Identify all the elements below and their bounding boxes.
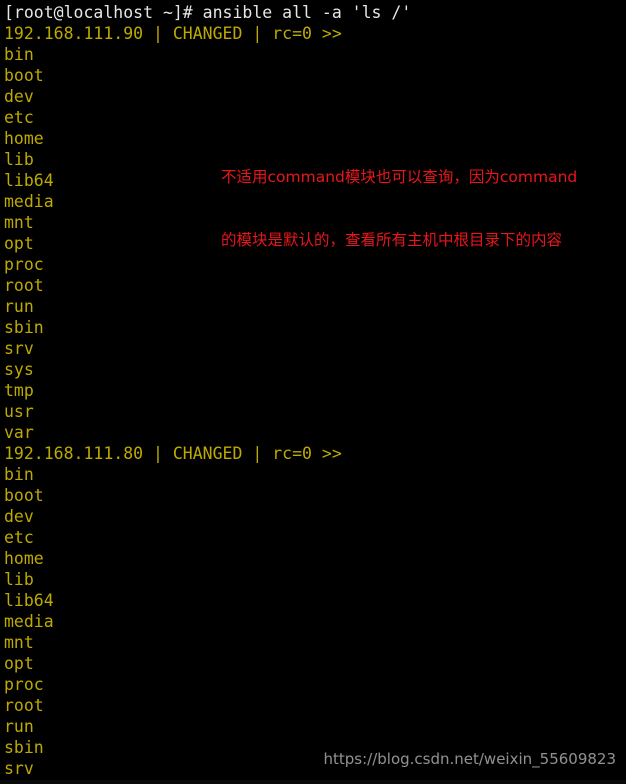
dir-entry: boot [4, 486, 44, 505]
terminal-output-area[interactable]: [root@localhost ~]# ansible all -a 'ls /… [0, 0, 626, 779]
dir-entry: lib64 [4, 591, 54, 610]
dir-entry: bin [4, 465, 34, 484]
dir-entry: dev [4, 507, 34, 526]
dir-entry: opt [4, 654, 34, 673]
dir-entry: etc [4, 528, 34, 547]
dir-entry: sys [4, 360, 34, 379]
dir-entry: var [4, 423, 34, 442]
terminal-window[interactable]: [root@localhost ~]# ansible all -a 'ls /… [0, 0, 626, 784]
dir-entry: srv [4, 339, 34, 358]
watermark-url: https://blog.csdn.net/weixin_55609823 [323, 750, 616, 768]
host-result-header-2: 192.168.111.80 | CHANGED | rc=0 >> [4, 444, 342, 463]
dir-entry: sbin [4, 318, 44, 337]
dir-entry: tmp [4, 381, 34, 400]
dir-entry: proc [4, 675, 44, 694]
dir-entry: home [4, 549, 44, 568]
shell-prompt-line: [root@localhost ~]# ansible all -a 'ls /… [4, 3, 412, 22]
dir-entry: media [4, 612, 54, 631]
dir-entry: run [4, 297, 34, 316]
host-result-header-1: 192.168.111.90 | CHANGED | rc=0 >> [4, 24, 342, 43]
dir-entry: usr [4, 402, 34, 421]
dir-entry: bin [4, 45, 34, 64]
dir-entry: dev [4, 87, 34, 106]
dir-entry: root [4, 696, 44, 715]
dir-entry: mnt [4, 633, 34, 652]
dir-entry: lib [4, 570, 34, 589]
annotation-line-1: 不适用command模块也可以查询，因为command [221, 168, 578, 186]
annotation-line-2: 的模块是默认的，查看所有主机中根目录下的内容 [221, 231, 563, 249]
red-annotation-overlay: 不适用command模块也可以查询，因为command 的模块是默认的，查看所有… [221, 125, 577, 293]
dir-entry: run [4, 717, 34, 736]
bottom-border [0, 780, 626, 784]
dir-entry: boot [4, 66, 44, 85]
